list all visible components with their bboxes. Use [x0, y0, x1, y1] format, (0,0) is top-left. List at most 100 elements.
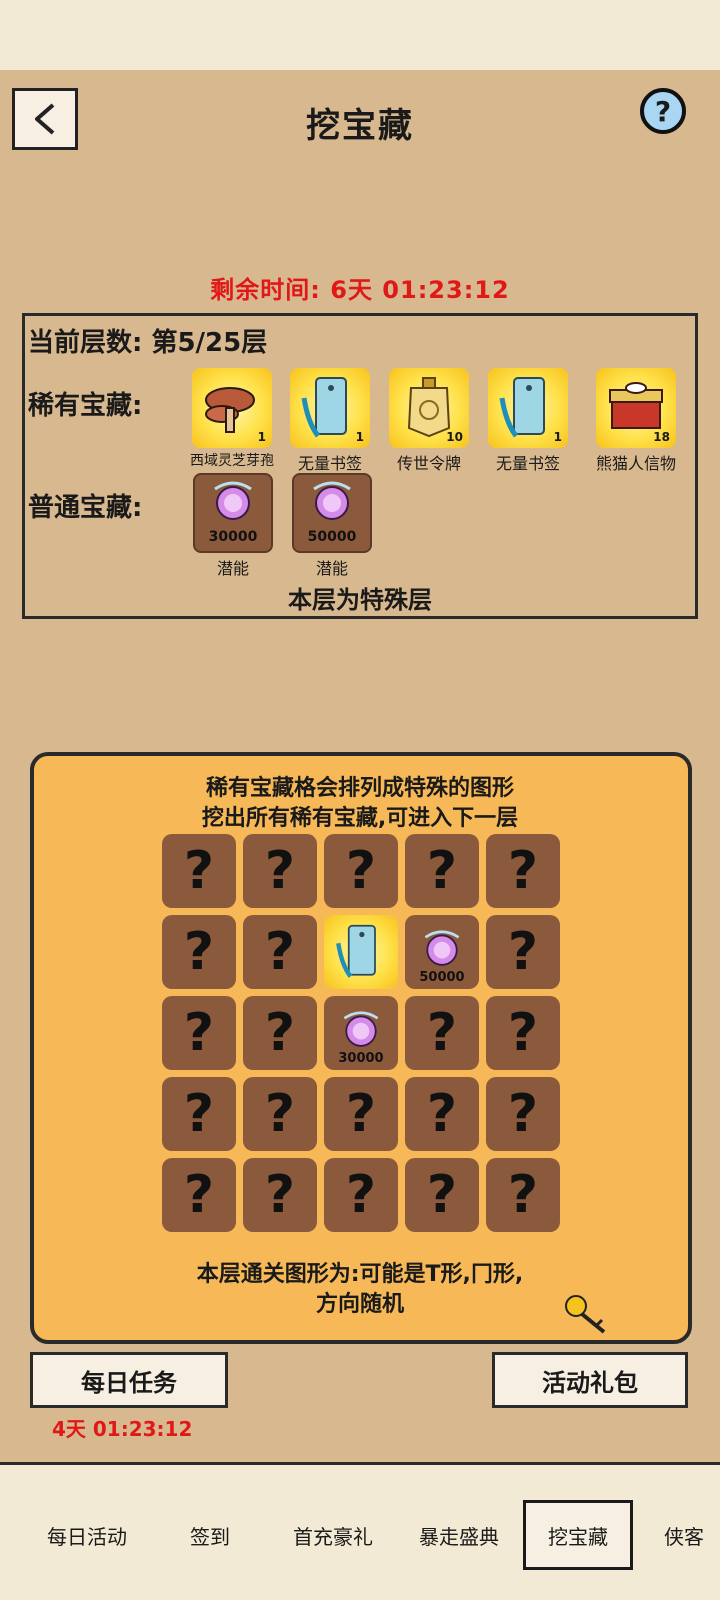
- remaining-time-label: 剩余时间:: [210, 276, 321, 304]
- question-mark-icon: ?: [345, 1165, 377, 1225]
- question-mark-icon: ?: [345, 841, 377, 901]
- normal-item-potential-1[interactable]: 30000: [193, 473, 273, 553]
- board-cell-unknown[interactable]: ?: [162, 834, 236, 908]
- gift-pack-button[interactable]: 活动礼包: [492, 1352, 688, 1408]
- normal-item-name: 潜能: [216, 559, 249, 578]
- tab-label: 每日活动: [47, 1524, 127, 1549]
- board-cell-unknown[interactable]: ?: [162, 996, 236, 1070]
- current-floor-value: 第5/25层: [151, 328, 268, 358]
- special-floor-note: 本层为特殊层: [288, 586, 432, 614]
- rare-item-count: 18: [653, 430, 670, 444]
- rare-treasure-label: 稀有宝藏:: [28, 391, 143, 421]
- question-mark-icon: ?: [426, 841, 458, 901]
- question-mark-icon: ?: [507, 1003, 539, 1063]
- board-cell-unknown[interactable]: ?: [324, 834, 398, 908]
- question-mark-icon: ?: [183, 1165, 215, 1225]
- board-cell-unknown[interactable]: ?: [324, 1158, 398, 1232]
- daily-task-label: 每日任务: [81, 1368, 177, 1397]
- board-cell-value: 30000: [338, 1051, 384, 1066]
- board-cell-unknown[interactable]: ?: [405, 1158, 479, 1232]
- board-cell-unknown[interactable]: ?: [243, 834, 317, 908]
- board-cell-unknown[interactable]: ?: [162, 915, 236, 989]
- question-mark-icon: ?: [183, 922, 215, 982]
- board-footer-line-1: 本层通关图形为:可能是T形,冂形,: [196, 1262, 524, 1287]
- rare-item-name: 无量书签: [297, 454, 362, 473]
- rare-item-token[interactable]: 10: [389, 368, 469, 448]
- board-hint-line-1: 稀有宝藏格会排列成特殊的图形: [205, 776, 514, 801]
- question-mark-icon: ?: [183, 841, 215, 901]
- potential-orb-icon: [214, 481, 252, 520]
- question-mark-icon: ?: [264, 1084, 296, 1144]
- question-mark-icon: ?: [264, 1003, 296, 1063]
- board-cell-unknown[interactable]: ?: [405, 834, 479, 908]
- remaining-time-value: 6天 01:23:12: [330, 276, 510, 304]
- question-mark-icon: ?: [264, 1165, 296, 1225]
- rare-item-count: 1: [553, 430, 562, 444]
- normal-item-potential-2[interactable]: 50000: [292, 473, 372, 553]
- tab-label: 挖宝藏: [548, 1524, 608, 1549]
- tab-sign-in[interactable]: 签到: [160, 1500, 260, 1570]
- question-mark-icon: ?: [507, 922, 539, 982]
- board-cell-unknown[interactable]: ?: [324, 1077, 398, 1151]
- normal-item-name: 潜能: [315, 559, 348, 578]
- board-cell-unknown[interactable]: ?: [243, 996, 317, 1070]
- status-bar: [0, 0, 720, 70]
- rare-item-name: 西域灵芝芽孢: [190, 453, 274, 469]
- question-mark-icon: ?: [426, 1003, 458, 1063]
- current-floor: 当前层数: 第5/25层: [28, 322, 267, 359]
- board-cell-unknown[interactable]: ?: [243, 915, 317, 989]
- board-cell-unknown[interactable]: ?: [405, 996, 479, 1070]
- key-icon[interactable]: [556, 1290, 616, 1340]
- board-cell-value: 50000: [419, 970, 465, 985]
- board-cell-unknown[interactable]: ?: [486, 996, 560, 1070]
- rare-item-mushroom[interactable]: 1: [192, 368, 272, 448]
- tab-label: 首充豪礼: [293, 1524, 373, 1549]
- board-hint-line-2: 挖出所有稀有宝藏,可进入下一层: [201, 806, 519, 831]
- tab-label: 签到: [190, 1524, 230, 1549]
- rare-item-count: 1: [355, 430, 364, 444]
- tab-first-recharge[interactable]: 首充豪礼: [270, 1500, 396, 1570]
- board-cell-opened[interactable]: [324, 915, 398, 989]
- rare-item-count: 1: [257, 430, 266, 444]
- question-mark-icon: ?: [183, 1084, 215, 1144]
- tab-label: 暴走盛典: [419, 1524, 499, 1549]
- question-mark-icon: ?: [264, 841, 296, 901]
- board-cell-unknown[interactable]: ?: [486, 1158, 560, 1232]
- tab-frenzy-event[interactable]: 暴走盛典: [396, 1500, 522, 1570]
- normal-item-count: 30000: [208, 529, 258, 545]
- rare-item-chest[interactable]: 18: [596, 368, 676, 448]
- rare-item-bookmark-2[interactable]: 1: [488, 368, 568, 448]
- rare-item-name: 传世令牌: [396, 454, 461, 473]
- current-floor-label: 当前层数:: [28, 328, 143, 358]
- tab-daily-activity[interactable]: 每日活动: [24, 1500, 150, 1570]
- daily-task-button[interactable]: 每日任务: [30, 1352, 228, 1408]
- board-cell-opened[interactable]: 30000: [324, 996, 398, 1070]
- help-button[interactable]: ?: [640, 88, 686, 134]
- question-mark-icon: ?: [264, 922, 296, 982]
- daily-task-timer: 4天 01:23:12: [52, 1417, 193, 1441]
- question-mark-icon: ?: [345, 1084, 377, 1144]
- question-mark-icon: ?: [426, 1084, 458, 1144]
- board-cell-unknown[interactable]: ?: [486, 834, 560, 908]
- board-cell-unknown[interactable]: ?: [405, 1077, 479, 1151]
- rare-item-bookmark[interactable]: 1: [290, 368, 370, 448]
- tab-dig-treasure[interactable]: 挖宝藏: [523, 1500, 633, 1570]
- question-mark-icon: ?: [507, 1165, 539, 1225]
- board-cell-unknown[interactable]: ?: [162, 1077, 236, 1151]
- board-cell-opened[interactable]: 50000: [405, 915, 479, 989]
- help-icon: ?: [654, 94, 672, 128]
- tab-hero[interactable]: 侠客: [664, 1500, 720, 1570]
- board-cell-unknown[interactable]: ?: [486, 915, 560, 989]
- board-cell-unknown[interactable]: ?: [162, 1158, 236, 1232]
- board-cell-unknown[interactable]: ?: [243, 1077, 317, 1151]
- board-cell-unknown[interactable]: ?: [243, 1158, 317, 1232]
- remaining-time: 剩余时间: 6天 01:23:12: [0, 270, 720, 305]
- question-mark-icon: ?: [426, 1165, 458, 1225]
- tab-label: 侠客: [664, 1524, 704, 1549]
- normal-item-count: 50000: [307, 529, 357, 545]
- bookmark-icon: [336, 924, 376, 978]
- question-mark-icon: ?: [507, 841, 539, 901]
- question-mark-icon: ?: [507, 1084, 539, 1144]
- rare-item-count: 10: [446, 430, 463, 444]
- board-cell-unknown[interactable]: ?: [486, 1077, 560, 1151]
